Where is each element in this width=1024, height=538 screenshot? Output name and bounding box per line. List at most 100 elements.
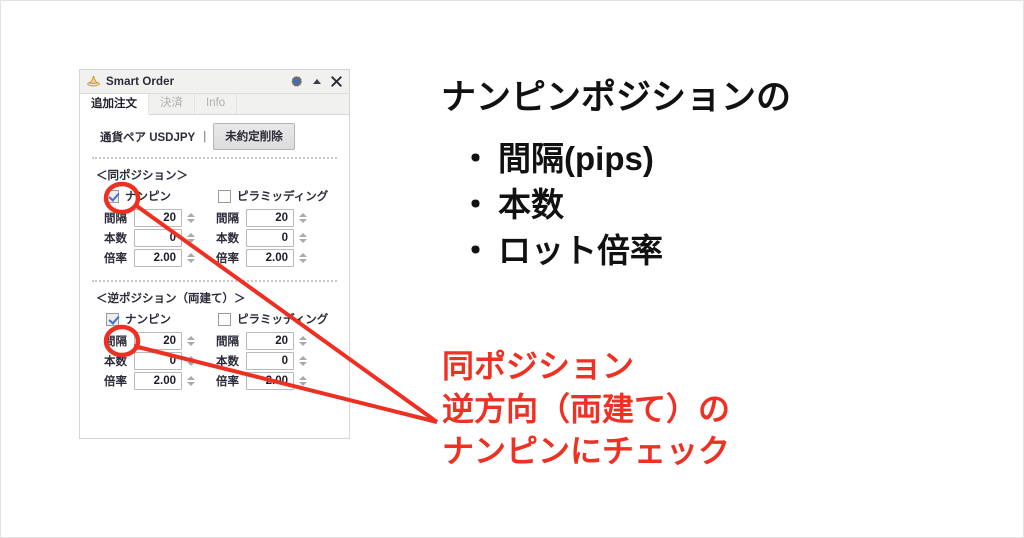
count-spinner-nanpin-reverse[interactable] bbox=[185, 352, 196, 370]
field-count-pyramiding-reverse: 本数 bbox=[216, 352, 328, 370]
bullet-marker: ・ bbox=[459, 140, 492, 177]
count-spinner-pyramiding-same[interactable] bbox=[297, 229, 308, 247]
field-interval-nanpin-reverse: 間隔 bbox=[104, 332, 216, 350]
interval-input-nanpin-reverse[interactable] bbox=[134, 332, 182, 350]
close-icon[interactable] bbox=[329, 74, 344, 90]
bullet-label: ロット倍率 bbox=[498, 232, 663, 270]
field-count-nanpin-same: 本数 bbox=[104, 229, 216, 247]
checkbox-group-pyramiding-same[interactable]: ピラミッディング bbox=[218, 188, 328, 204]
field-label: 本数 bbox=[104, 233, 127, 245]
cancel-pending-orders-button[interactable]: 未約定削除 bbox=[213, 123, 295, 150]
field-label: 倍率 bbox=[104, 253, 127, 265]
checkbox-row-reverse-position: ナンピン ピラミッディング bbox=[80, 310, 349, 331]
count-input-nanpin-reverse[interactable] bbox=[134, 352, 182, 370]
currency-pair-label: 通貨ペア USDJPY bbox=[100, 131, 196, 144]
bullet-marker: ・ bbox=[459, 186, 492, 224]
field-multiplier-nanpin-same: 倍率 bbox=[104, 249, 216, 267]
field-interval-pyramiding-same: 間隔 bbox=[216, 209, 328, 227]
count-input-nanpin-same[interactable] bbox=[134, 229, 182, 247]
callout-text: 同ポジション 逆方向（両建て）の ナンピンにチェック bbox=[442, 345, 730, 473]
interval-input-nanpin-same[interactable] bbox=[134, 209, 182, 227]
multiplier-spinner-nanpin-same[interactable] bbox=[185, 249, 196, 267]
bullet-item-lot-multiplier: ・ロット倍率 bbox=[459, 228, 663, 274]
callout-line-1: 同ポジション bbox=[442, 348, 635, 384]
pair-separator: | bbox=[203, 130, 207, 143]
callout-line-2: 逆方向（両建て）の bbox=[442, 390, 731, 427]
interval-spinner-nanpin-reverse[interactable] bbox=[185, 332, 196, 350]
field-row-count-reverse: 本数 本数 bbox=[80, 351, 349, 371]
bullet-item-count: ・本数 bbox=[459, 182, 663, 228]
tab-additional-order[interactable]: 追加注文 bbox=[80, 94, 149, 115]
bullet-list: ・間隔(pips) ・本数 ・ロット倍率 bbox=[459, 136, 663, 275]
field-label: 倍率 bbox=[104, 376, 127, 388]
pyramiding-label-same: ピラミッディング bbox=[237, 191, 329, 203]
bullet-label: 間隔(pips) bbox=[498, 140, 654, 177]
field-multiplier-pyramiding-same: 倍率 bbox=[216, 249, 328, 267]
field-label: 倍率 bbox=[216, 253, 239, 265]
checkbox-group-nanpin-same[interactable]: ナンピン bbox=[106, 188, 218, 204]
settings-gear-icon[interactable] bbox=[289, 74, 304, 90]
field-count-nanpin-reverse: 本数 bbox=[104, 352, 216, 370]
field-label: 間隔 bbox=[104, 336, 127, 348]
field-multiplier-pyramiding-reverse: 倍率 bbox=[216, 372, 328, 390]
multiplier-input-nanpin-same[interactable] bbox=[134, 249, 182, 267]
checkbox-row-same-position: ナンピン ピラミッディング bbox=[80, 187, 349, 208]
multiplier-input-pyramiding-same[interactable] bbox=[246, 249, 294, 267]
currency-pair-row: 通貨ペア USDJPY | 未約定削除 bbox=[80, 115, 349, 157]
field-label: 間隔 bbox=[216, 213, 239, 225]
count-input-pyramiding-same[interactable] bbox=[246, 229, 294, 247]
bullet-item-interval: ・間隔(pips) bbox=[459, 136, 663, 182]
checkbox-group-pyramiding-reverse[interactable]: ピラミッディング bbox=[218, 311, 328, 327]
field-row-multiplier-reverse: 倍率 倍率 bbox=[80, 371, 349, 391]
field-label: 間隔 bbox=[216, 336, 239, 348]
tab-settlement[interactable]: 決済 bbox=[149, 93, 195, 114]
smart-order-window: Smart Order 追加注文 決済 Info 通貨ペア USDJPY | 未… bbox=[79, 69, 350, 439]
interval-spinner-pyramiding-reverse[interactable] bbox=[297, 332, 308, 350]
multiplier-spinner-pyramiding-reverse[interactable] bbox=[297, 372, 308, 390]
count-input-pyramiding-reverse[interactable] bbox=[246, 352, 294, 370]
tab-bar: 追加注文 決済 Info bbox=[80, 93, 349, 115]
collapse-up-icon[interactable] bbox=[309, 74, 324, 90]
multiplier-input-pyramiding-reverse[interactable] bbox=[246, 372, 294, 390]
field-row-count-same: 本数 本数 bbox=[80, 228, 349, 248]
count-spinner-pyramiding-reverse[interactable] bbox=[297, 352, 308, 370]
field-label: 本数 bbox=[216, 233, 239, 245]
nanpin-checkbox-same[interactable] bbox=[106, 189, 119, 203]
interval-spinner-nanpin-same[interactable] bbox=[185, 209, 196, 227]
window-title: Smart Order bbox=[106, 75, 175, 88]
field-row-multiplier-same: 倍率 倍率 bbox=[80, 248, 349, 268]
interval-input-pyramiding-reverse[interactable] bbox=[246, 332, 294, 350]
interval-spinner-pyramiding-same[interactable] bbox=[297, 209, 308, 227]
pyramiding-checkbox-same[interactable] bbox=[218, 189, 231, 203]
field-row-interval-same: 間隔 間隔 bbox=[80, 208, 349, 228]
multiplier-spinner-nanpin-reverse[interactable] bbox=[185, 372, 196, 390]
count-spinner-nanpin-same[interactable] bbox=[185, 229, 196, 247]
callout-line-3: ナンピンにチェック bbox=[442, 433, 731, 470]
nanpin-label-same: ナンピン bbox=[125, 191, 171, 203]
pyramiding-label-reverse: ピラミッディング bbox=[237, 314, 329, 326]
multiplier-input-nanpin-reverse[interactable] bbox=[134, 372, 182, 390]
field-multiplier-nanpin-reverse: 倍率 bbox=[104, 372, 216, 390]
field-label: 本数 bbox=[216, 356, 239, 368]
nanpin-checkbox-reverse[interactable] bbox=[106, 312, 119, 326]
bullet-marker: ・ bbox=[459, 232, 492, 270]
nanpin-label-reverse: ナンピン bbox=[125, 314, 171, 326]
tab-info[interactable]: Info bbox=[195, 93, 238, 114]
multiplier-spinner-pyramiding-same[interactable] bbox=[297, 249, 308, 267]
bullet-label: 本数 bbox=[498, 186, 564, 224]
headline-text: ナンピンポジションの bbox=[441, 78, 792, 117]
section-title-same-position: ＜同ポジション＞ bbox=[96, 170, 188, 182]
section-title-reverse-position: ＜逆ポジション（両建て）＞ bbox=[96, 293, 246, 305]
field-label: 倍率 bbox=[216, 376, 239, 388]
tab-filler bbox=[237, 93, 349, 114]
field-interval-nanpin-same: 間隔 bbox=[104, 209, 216, 227]
field-label: 間隔 bbox=[104, 213, 127, 225]
interval-input-pyramiding-same[interactable] bbox=[246, 209, 294, 227]
checkbox-group-nanpin-reverse[interactable]: ナンピン bbox=[106, 311, 218, 327]
field-count-pyramiding-same: 本数 bbox=[216, 229, 328, 247]
window-title-bar: Smart Order bbox=[80, 70, 349, 94]
app-logo-icon bbox=[87, 75, 100, 87]
pyramiding-checkbox-reverse[interactable] bbox=[218, 312, 231, 326]
field-row-interval-reverse: 間隔 間隔 bbox=[80, 331, 349, 351]
field-interval-pyramiding-reverse: 間隔 bbox=[216, 332, 328, 350]
